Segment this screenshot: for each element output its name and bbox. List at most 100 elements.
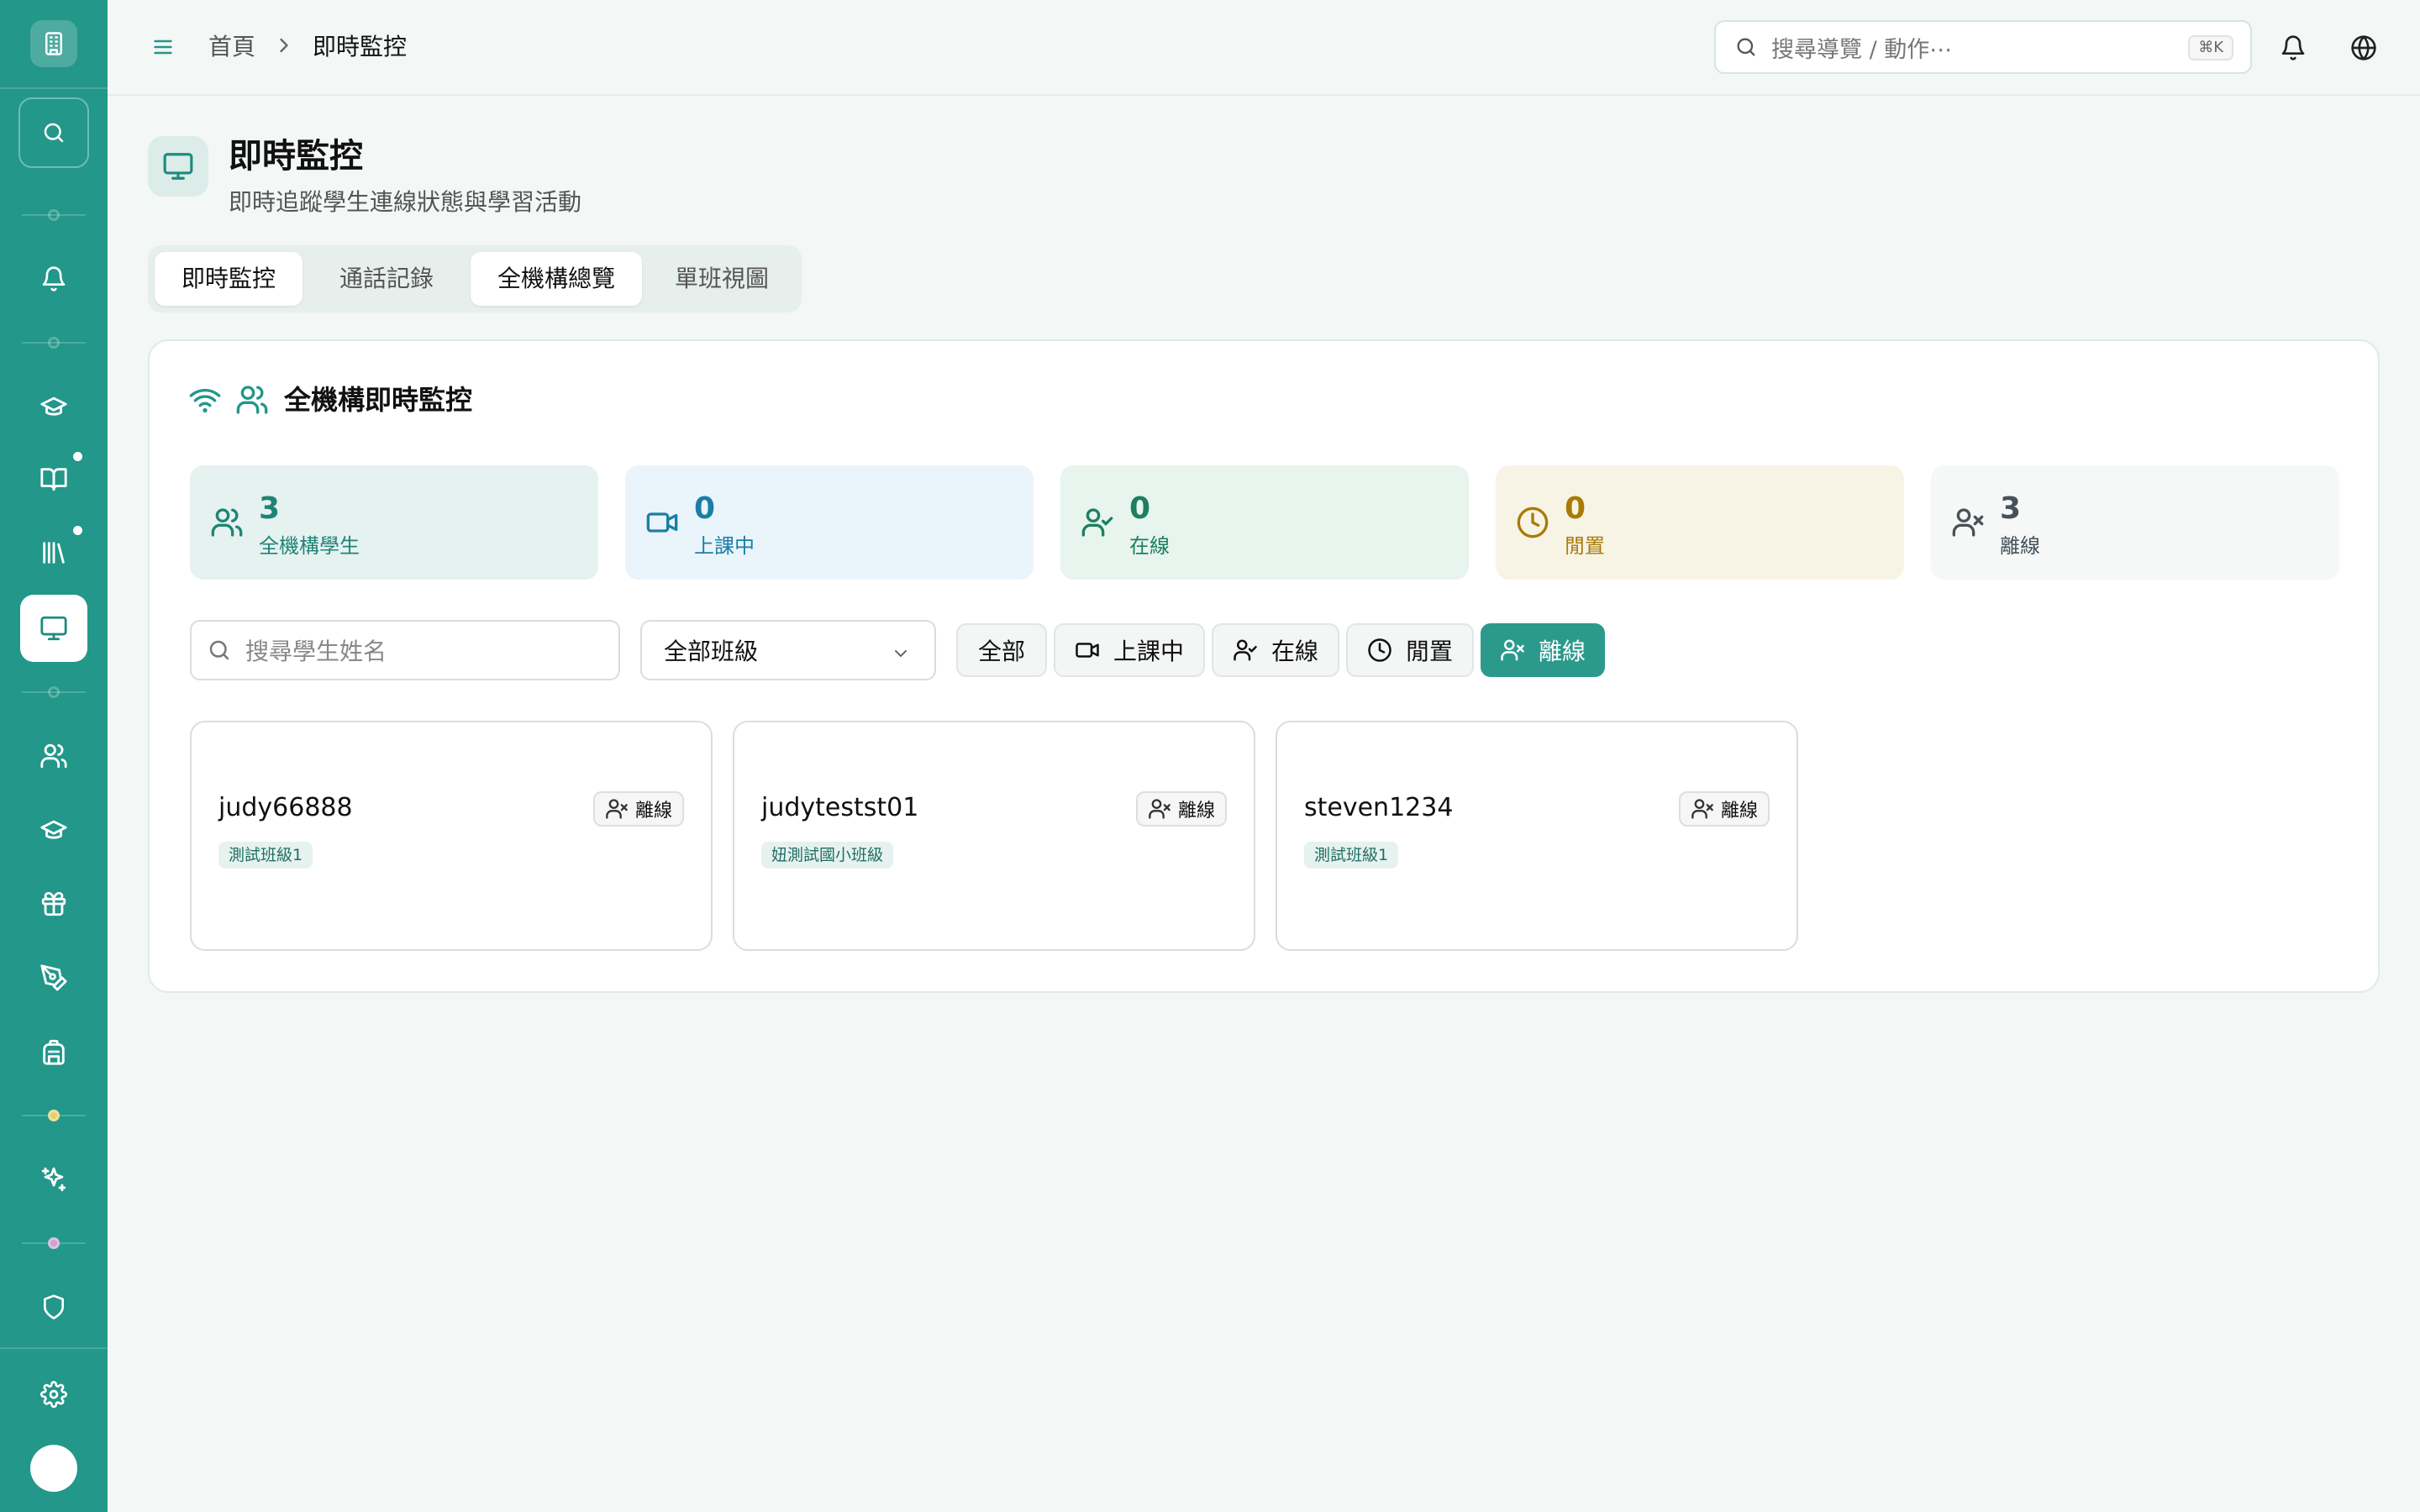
stat-card-online: 0 在線 [1060,465,1469,580]
sidebar-search-button[interactable] [18,97,89,168]
sidebar-section-separator [22,1237,86,1249]
monitor-icon [40,616,67,641]
search-icon [1737,38,1755,56]
stat-value: 3 [2000,491,2022,526]
sidebar-item-backpack[interactable] [20,1018,87,1085]
filter-label: 離線 [1538,638,1586,665]
sidebar-item-lessons[interactable] [20,445,87,512]
clock-icon [1517,507,1549,538]
users-icon [211,508,243,537]
user-x-icon [1952,508,1984,537]
stat-card-offline: 3 離線 [1931,465,2339,580]
building-icon [45,32,62,55]
app-logo[interactable] [30,20,77,67]
video-icon [646,512,678,533]
sparkles-icon [41,1167,66,1192]
class-tag: 妞測試國小班級 [761,842,894,869]
monitor-icon [163,153,193,180]
user-check-icon [1081,508,1113,537]
student-card[interactable]: judytestst01 離線 妞測試國小班級 [733,721,1255,951]
graduation-cap-icon [40,820,67,839]
sidebar-item-students[interactable] [20,722,87,790]
student-name: judytestst01 [761,793,919,822]
class-tag: 測試班級1 [218,842,313,869]
filter-idle-button[interactable]: 閒置 [1346,623,1474,677]
search-icon [44,123,64,143]
sidebar-item-security[interactable] [20,1273,87,1341]
video-icon [1076,643,1099,658]
user-x-icon [606,799,628,819]
student-name: judy66888 [218,793,353,822]
class-filter-value: 全部班級 [664,638,759,665]
sidebar-divider [0,87,108,89]
clock-icon [1368,638,1392,662]
bell-icon [42,266,66,291]
filter-label: 全部 [977,638,1025,665]
filter-all-button[interactable]: 全部 [956,623,1047,677]
panel-title: 全機構即時監控 [284,384,473,416]
filter-in-class-button[interactable]: 上課中 [1054,623,1205,677]
sidebar-item-rewards[interactable] [20,870,87,937]
breadcrumb-home[interactable]: 首頁 [208,30,255,64]
stat-card-idle: 0 閒置 [1496,465,1904,580]
status-badge: 離線 [1135,791,1227,827]
sidebar-item-ai[interactable] [20,1146,87,1213]
page-icon [148,136,208,197]
menu-icon [154,39,172,55]
stat-label: 上課中 [694,534,755,558]
gift-icon [41,891,66,916]
sidebar-section-separator [22,686,86,698]
menu-toggle-button[interactable] [145,30,182,64]
student-card[interactable]: steven1234 離線 測試班級1 [1276,721,1798,951]
filter-label: 在線 [1270,638,1318,665]
notifications-button[interactable] [2272,27,2314,69]
page-title: 即時監控 [229,137,363,176]
user-x-icon [1691,799,1713,819]
status-label: 離線 [1177,801,1215,822]
stat-value: 0 [1129,491,1151,526]
filter-label: 上課中 [1113,638,1184,665]
filter-label: 閒置 [1405,638,1453,665]
gear-icon [40,1381,67,1408]
user-x-icon [1501,639,1524,661]
filter-online-button[interactable]: 在線 [1212,623,1339,677]
library-icon [43,542,65,564]
student-card[interactable]: judy66888 離線 測試班級1 [190,721,713,951]
tab-single-class-view[interactable]: 單班視圖 [649,252,795,306]
users-icon [236,386,268,414]
tab-institution-overview[interactable]: 全機構總覽 [471,252,642,306]
sidebar-section-separator [22,209,86,221]
global-search-input[interactable]: 搜尋導覽 / 動作⋯ ⌘K [1714,20,2252,74]
language-button[interactable] [2343,27,2385,69]
bell-icon [2281,35,2305,60]
user-avatar[interactable] [30,1445,77,1492]
sidebar-item-classes[interactable] [20,796,87,864]
sidebar-item-design[interactable] [20,944,87,1011]
notification-dot [73,526,82,535]
top-header: 首頁 即時監控 搜尋導覽 / 動作⋯ ⌘K [108,0,2420,96]
student-name: steven1234 [1304,793,1454,822]
status-badge: 離線 [592,791,684,827]
student-search-input[interactable]: 搜尋學生姓名 [190,620,620,680]
sidebar-item-courses[interactable] [20,373,87,440]
status-badge: 離線 [1678,791,1770,827]
sidebar-item-library[interactable] [20,519,87,586]
status-label: 離線 [1720,801,1758,822]
sidebar-item-live-monitor[interactable] [20,595,87,662]
tab-live-monitor[interactable]: 即時監控 [155,252,302,306]
book-open-icon [40,468,67,491]
stat-card-total: 3 全機構學生 [190,465,598,580]
student-search-placeholder: 搜尋學生姓名 [245,638,387,665]
user-x-icon [1149,799,1171,819]
class-filter-select[interactable]: 全部班級 [640,620,936,680]
sidebar-item-settings[interactable] [20,1361,87,1428]
filter-offline-button[interactable]: 離線 [1481,623,1605,677]
search-icon [209,640,229,660]
class-tag: 測試班級1 [1304,842,1399,869]
stat-value: 3 [259,491,281,526]
stat-card-in-class: 0 上課中 [625,465,1034,580]
sidebar-section-separator [22,337,86,349]
sidebar-item-notifications[interactable] [20,245,87,312]
user-check-icon [1234,639,1257,661]
tab-call-records[interactable]: 通話記錄 [311,252,462,306]
